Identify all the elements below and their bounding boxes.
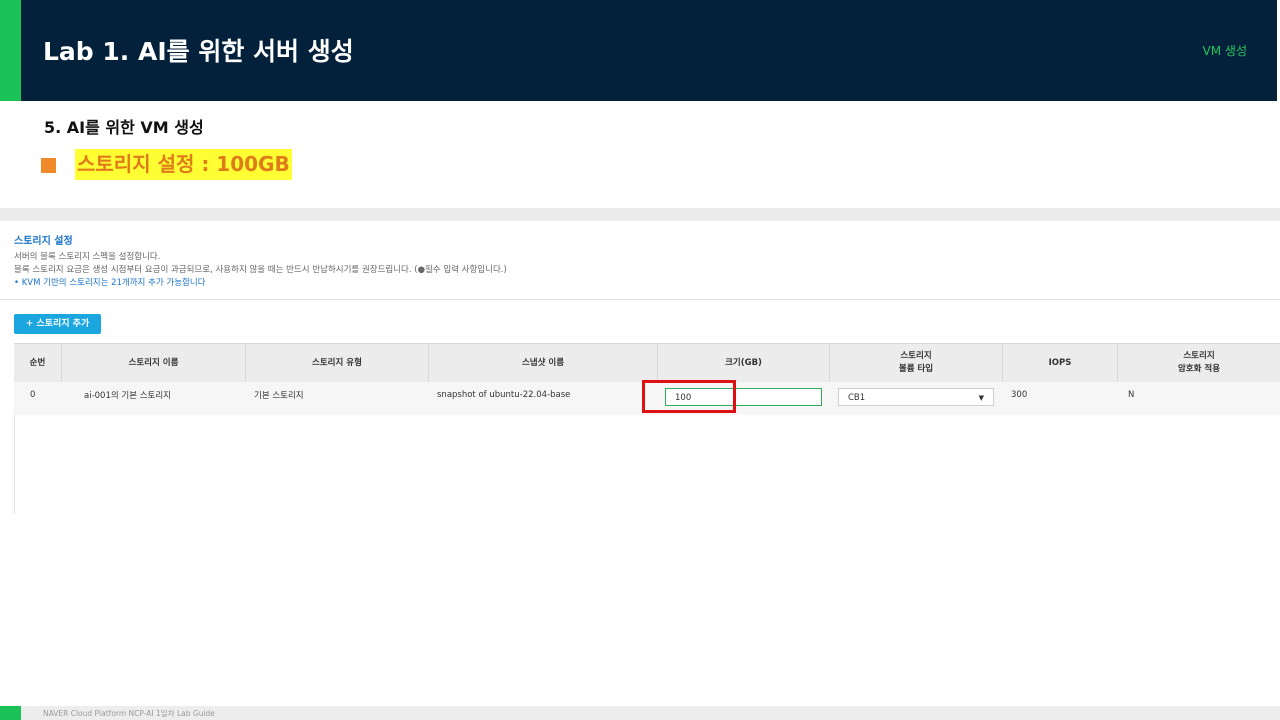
col-snapshot-name: 스냅샷 이름 [429,344,658,382]
footer-accent-bar [0,706,21,720]
col-iops: IOPS [1003,344,1118,382]
highlighted-instruction: 스토리지 설정 : 100GB [75,149,292,180]
col-volume-type-line2: 볼륨 타입 [898,364,934,374]
col-encryption: 스토리지 암호화 적용 [1118,344,1280,382]
add-storage-button[interactable]: + 스토리지 추가 [14,314,101,334]
footer-text: NAVER Cloud Platform NCP-AI 1일차 Lab Guid… [43,709,215,718]
dropdown-arrow-icon: ▼ [978,394,984,402]
header-accent-bar [0,0,21,101]
cell-iops: 300 [1011,389,1028,400]
col-seq: 순번 [14,344,62,382]
volume-type-value: CB1 [848,393,866,403]
col-storage-name: 스토리지 이름 [62,344,246,382]
col-size: 크기(GB) [658,344,830,382]
storage-table: 순번 스토리지 이름 스토리지 유형 스냅샷 이름 크기(GB) 스토리지 볼륨… [14,343,1280,513]
step-heading: 5. AI를 위한 VM 생성 [44,118,204,137]
cell-snapshot-name: snapshot of ubuntu-22.04-base [437,389,571,400]
slide-title: Lab 1. AI를 위한 서버 생성 [43,37,354,66]
bullet-square-icon [41,158,56,173]
table-header-row: 순번 스토리지 이름 스토리지 유형 스냅샷 이름 크기(GB) 스토리지 볼륨… [14,343,1280,382]
col-encryption-line1: 스토리지 [1183,351,1215,361]
screenshot-top-band [0,208,1280,221]
col-encryption-line2: 암호화 적용 [1177,364,1221,374]
cell-storage-name: ai-001의 기본 스토리지 [84,390,172,401]
section-divider [0,299,1280,300]
col-volume-type-line1: 스토리지 [900,351,932,361]
storage-description-2: 블록 스토리지 요금은 생성 시점부터 요금이 과금되므로, 사용하지 않을 때… [14,265,507,275]
console-screenshot: 스토리지 설정 서버의 블록 스토리지 스펙을 설정합니다. 블록 스토리지 요… [0,208,1280,513]
cell-seq: 0 [30,389,36,400]
col-volume-type: 스토리지 볼륨 타입 [830,344,1003,382]
cell-encryption: N [1128,389,1135,400]
storage-settings-title: 스토리지 설정 [14,236,73,247]
kvm-storage-note: • KVM 기반의 스토리지는 21개까지 추가 가능합니다 [14,278,206,288]
cell-storage-type: 기본 스토리지 [254,390,304,401]
col-storage-type: 스토리지 유형 [246,344,429,382]
storage-description-1: 서버의 블록 스토리지 스펙을 설정합니다. [14,252,161,262]
volume-type-select[interactable]: CB1 ▼ [838,388,994,406]
size-callout-box [642,380,736,413]
table-empty-area [14,415,1280,513]
slide-section-tag: VM 생성 [1202,44,1247,58]
